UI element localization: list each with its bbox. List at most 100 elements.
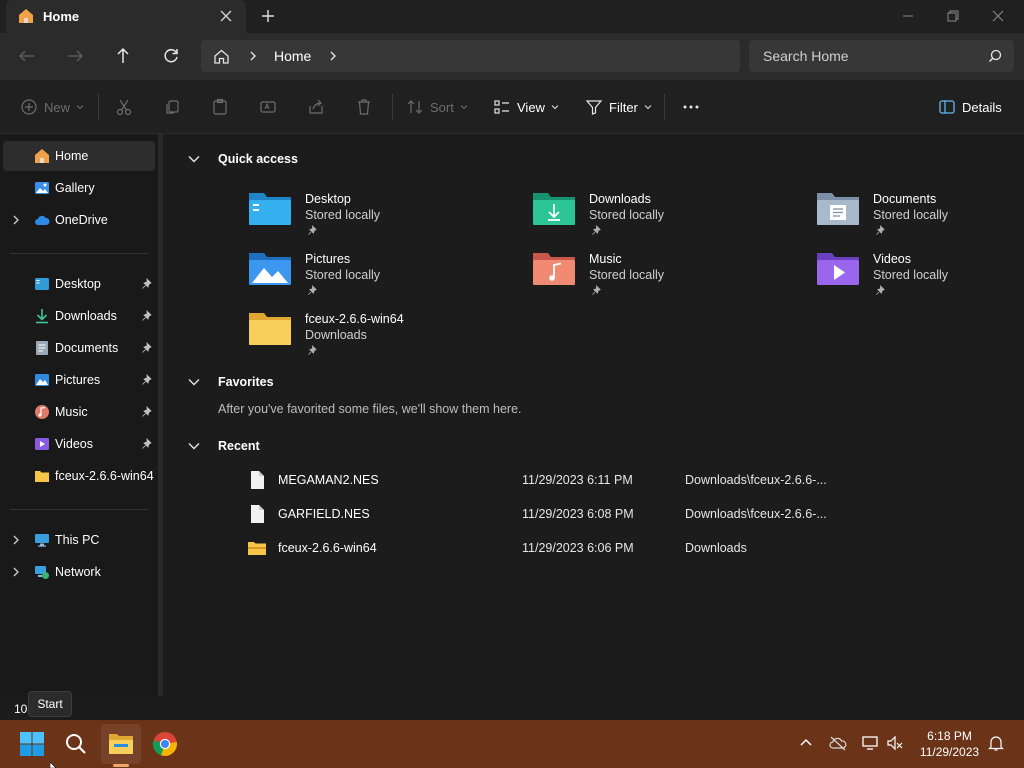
rename-button[interactable] <box>259 97 277 117</box>
chevron-right-icon[interactable] <box>247 50 259 62</box>
chevron-right-icon[interactable] <box>327 50 339 62</box>
filter-label: Filter <box>609 99 638 115</box>
sidebar-item-network[interactable]: Network <box>3 557 155 587</box>
item-location: Stored locally <box>589 208 665 222</box>
pin-icon[interactable] <box>141 438 153 450</box>
content-pane: Quick access Desktop Stored locally Down… <box>163 134 1024 696</box>
details-button[interactable]: Details <box>938 97 1002 117</box>
paste-button[interactable] <box>211 97 229 117</box>
section-favorites[interactable]: Favorites <box>187 375 274 389</box>
sidebar-item-gallery[interactable]: Gallery <box>3 173 155 203</box>
sort-button[interactable]: Sort <box>406 97 468 117</box>
address-bar[interactable]: Home <box>201 40 740 72</box>
home-icon <box>35 149 49 163</box>
file-icon <box>251 505 264 523</box>
gallery-icon <box>35 182 49 194</box>
home-outline-icon[interactable] <box>213 48 230 65</box>
chevron-down-icon[interactable] <box>187 152 201 166</box>
more-options-button[interactable] <box>682 97 700 117</box>
sidebar-item-label: Music <box>55 405 88 419</box>
share-button[interactable] <box>307 97 325 117</box>
refresh-icon[interactable] <box>160 45 182 67</box>
divider <box>98 94 99 120</box>
pin-icon[interactable] <box>141 374 153 386</box>
sidebar-item-label: fceux-2.6.6-win64 <box>55 469 154 483</box>
recent-row[interactable]: GARFIELD.NES 11/29/2023 6:08 PM Download… <box>243 501 943 527</box>
recent-row[interactable]: MEGAMAN2.NES 11/29/2023 6:11 PM Download… <box>243 467 943 493</box>
search-icon[interactable] <box>988 49 1002 63</box>
forward-arrow-icon[interactable] <box>64 45 86 67</box>
quick-access-item[interactable]: Desktop Stored locally <box>248 190 498 246</box>
new-tab-icon[interactable] <box>260 8 276 24</box>
desktop-icon <box>35 278 49 290</box>
sidebar-item-music[interactable]: Music <box>3 397 155 427</box>
back-arrow-icon[interactable] <box>16 45 38 67</box>
chrome-taskbar-button[interactable] <box>145 724 185 764</box>
view-button[interactable]: View <box>493 97 559 117</box>
quick-access-item[interactable]: fceux-2.6.6-win64 Downloads <box>248 310 498 366</box>
copy-button[interactable] <box>163 97 181 117</box>
delete-button[interactable] <box>355 97 373 117</box>
sidebar-item-label: Network <box>55 565 101 579</box>
sidebar-item-label: Documents <box>55 341 119 355</box>
notification-bell-icon[interactable] <box>987 734 1005 752</box>
sidebar-item-videos[interactable]: Videos <box>3 429 155 459</box>
cut-button[interactable] <box>115 97 133 117</box>
quick-access-item[interactable]: Pictures Stored locally <box>248 250 498 306</box>
restore-icon[interactable] <box>943 6 963 26</box>
breadcrumb[interactable]: Home <box>274 48 311 64</box>
up-arrow-icon[interactable] <box>112 45 134 67</box>
music-icon <box>35 405 49 419</box>
quick-access-item[interactable]: Downloads Stored locally <box>532 190 782 246</box>
pin-icon <box>308 285 317 295</box>
quick-access-item[interactable]: Music Stored locally <box>532 250 782 306</box>
pin-icon[interactable] <box>141 310 153 322</box>
volume-muted-icon[interactable] <box>886 734 904 752</box>
pin-icon[interactable] <box>141 278 153 290</box>
file-explorer-taskbar-button[interactable] <box>101 724 141 764</box>
item-count: 10 <box>14 702 28 716</box>
filter-button[interactable]: Filter <box>585 97 652 117</box>
sidebar-item-label: Gallery <box>55 181 95 195</box>
search-input[interactable]: Search Home <box>749 40 1014 72</box>
sidebar-item-documents[interactable]: Documents <box>3 333 155 363</box>
chevron-right-icon[interactable] <box>11 567 21 577</box>
sidebar-item-pictures[interactable]: Pictures <box>3 365 155 395</box>
close-window-icon[interactable] <box>988 6 1008 26</box>
system-clock[interactable]: 6:18 PM 11/29/2023 <box>912 728 987 760</box>
quick-access-item[interactable]: Videos Stored locally <box>816 250 1024 306</box>
chevron-down-icon[interactable] <box>187 439 201 453</box>
file-explorer-icon <box>109 734 133 754</box>
close-tab-icon[interactable] <box>218 8 234 24</box>
section-quick-access[interactable]: Quick access <box>187 152 298 166</box>
recent-path: Downloads\fceux-2.6.6-... <box>685 473 827 487</box>
start-button[interactable] <box>12 724 52 764</box>
quick-access-item[interactable]: Documents Stored locally <box>816 190 1024 246</box>
new-button[interactable]: New <box>20 97 84 117</box>
chevron-right-icon[interactable] <box>11 215 21 225</box>
sidebar-item-desktop[interactable]: Desktop <box>3 269 155 299</box>
taskbar: 6:18 PM 11/29/2023 <box>0 720 1024 768</box>
sidebar-item-downloads[interactable]: Downloads <box>3 301 155 331</box>
sidebar-divider <box>10 509 148 510</box>
chevron-right-icon[interactable] <box>11 535 21 545</box>
pin-icon[interactable] <box>141 342 153 354</box>
sidebar-item-home[interactable]: Home <box>3 141 155 171</box>
tab-home[interactable]: Home <box>6 0 246 33</box>
pin-icon[interactable] <box>141 406 153 418</box>
minimize-icon[interactable] <box>898 6 918 26</box>
chevron-up-icon[interactable] <box>797 734 815 752</box>
file-icon <box>251 471 264 489</box>
sidebar-item-onedrive[interactable]: OneDrive <box>3 205 155 235</box>
item-location: Stored locally <box>305 268 381 282</box>
sidebar-item-fceux[interactable]: fceux-2.6.6-win64 <box>3 461 155 491</box>
sidebar-item-this-pc[interactable]: This PC <box>3 525 155 555</box>
chevron-down-icon[interactable] <box>187 375 201 389</box>
clock-time: 6:18 PM <box>927 729 972 743</box>
search-taskbar-button[interactable] <box>56 724 96 764</box>
onedrive-tray-icon[interactable] <box>829 734 847 752</box>
network-tray-icon[interactable] <box>861 734 879 752</box>
new-label: New <box>44 99 71 115</box>
recent-row[interactable]: fceux-2.6.6-win64 11/29/2023 6:06 PM Dow… <box>243 535 943 561</box>
section-recent[interactable]: Recent <box>187 439 260 453</box>
